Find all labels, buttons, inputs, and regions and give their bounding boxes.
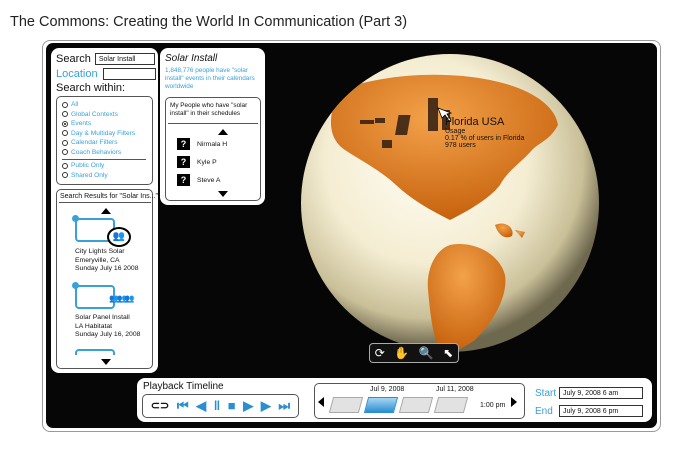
person-name: Steve A — [197, 176, 221, 184]
skip-start-icon[interactable]: ⏮ — [177, 399, 189, 413]
page-title: The Commons: Creating the World In Commu… — [10, 14, 408, 30]
next-arrow[interactable] — [511, 397, 517, 407]
crowd-icon: 👥👥👥 — [109, 294, 135, 303]
people-header: My People who have "solar install" in th… — [170, 102, 248, 117]
divider — [59, 202, 151, 203]
pin-icon — [72, 282, 79, 289]
search-within-label: Search within: — [56, 82, 126, 94]
skip-end-icon[interactable]: ⏭ — [278, 399, 290, 413]
loop-icon[interactable]: ⊂⊃ — [151, 399, 169, 413]
people-list: My People who have "solar install" in th… — [165, 97, 261, 201]
radio[interactable] — [62, 120, 68, 127]
prev-arrow[interactable] — [318, 397, 324, 407]
start-label: Start — [535, 387, 557, 399]
detail-panel: Solar Install 1,848,776 people have "sol… — [160, 48, 265, 205]
avatar: ? — [177, 174, 190, 186]
playback-controls: ⊂⊃ ⏮ ◀ ‖ ■ ▶ ▶ ⏭ — [142, 394, 299, 418]
radio[interactable] — [62, 172, 68, 179]
zoom-icon[interactable]: 🔍 — [419, 346, 434, 360]
location-input[interactable] — [102, 68, 156, 80]
end-input[interactable]: July 9, 2008 6 pm — [559, 405, 643, 417]
timeline-segment[interactable] — [398, 397, 434, 413]
person-row[interactable]: ? Kyle P — [177, 156, 217, 168]
end-row: End July 9, 2008 6 pm — [535, 405, 643, 417]
radio[interactable] — [62, 149, 68, 156]
radio[interactable] — [62, 101, 68, 108]
scroll-down-button[interactable] — [101, 359, 111, 365]
tooltip-users: 978 users — [445, 142, 476, 149]
option-calendar-filters[interactable]: Calendar Filters — [62, 138, 152, 148]
globe[interactable] — [300, 50, 600, 360]
location-label: Location — [56, 68, 98, 80]
person-row[interactable]: ? Steve A — [177, 174, 220, 186]
rotate-icon[interactable]: ⟳ — [375, 346, 385, 360]
step-forward-icon[interactable]: ▶ — [261, 399, 271, 413]
end-label: End — [535, 405, 553, 417]
person-name: Nirmala H — [197, 140, 228, 148]
start-row: Start July 9, 2008 6 am — [535, 387, 643, 399]
stop-icon[interactable]: ■ — [228, 399, 236, 413]
timeline-panel: Playback Timeline ⊂⊃ ⏮ ◀ ‖ ■ ▶ ▶ ⏭ Jul 9… — [137, 378, 652, 422]
divider — [168, 123, 258, 124]
tooltip-percent: 0.17 % of users in Florida — [445, 135, 525, 142]
search-results: Search Results for "Solar Ins..." 👥 City… — [56, 189, 158, 369]
divider — [62, 159, 146, 160]
date-label: Jul 11, 2008 — [436, 386, 474, 393]
detail-summary: 1,848,776 people have "solar install" ev… — [165, 67, 255, 90]
option-day-multiday[interactable]: Day & Multiday Filters — [62, 129, 152, 139]
timeline-track: Jul 9, 2008 Jul 11, 2008 1:00 pm — [314, 383, 525, 419]
search-options: All Global Contexts Events Day & Multida… — [56, 96, 153, 185]
result-item[interactable]: Solar Panel Install LA Habitatat Sunday … — [75, 314, 140, 340]
step-back-icon[interactable]: ◀ — [196, 399, 206, 413]
person-name: Kyle P — [197, 158, 217, 166]
option-coach-behaviors[interactable]: Coach Behaviors — [62, 148, 152, 158]
option-shared-only[interactable]: Shared Only — [62, 171, 152, 181]
scroll-down-button[interactable] — [218, 191, 228, 197]
scroll-up-button[interactable] — [101, 208, 111, 214]
result-item[interactable]: City Lights Solar Emeryville, CA Sunday … — [75, 248, 139, 274]
option-global-contexts[interactable]: Global Contexts — [62, 110, 152, 120]
detail-title: Solar Install — [165, 53, 218, 64]
option-all[interactable]: All — [62, 100, 152, 110]
radio[interactable] — [62, 111, 68, 118]
region-tooltip: Florida USA Usage 0.17 % of users in Flo… — [445, 116, 524, 149]
time-label: 1:00 pm — [480, 402, 506, 409]
radio[interactable] — [62, 139, 68, 146]
option-events[interactable]: Events — [62, 119, 152, 129]
search-label: Search — [56, 53, 91, 65]
pause-icon[interactable]: ‖ — [214, 399, 220, 413]
results-header: Search Results for "Solar Ins..." — [60, 193, 158, 200]
timeline-title: Playback Timeline — [143, 381, 224, 392]
date-label: Jul 9, 2008 — [370, 386, 405, 393]
timeline-segment-active[interactable] — [363, 397, 399, 413]
avatar: ? — [177, 156, 190, 168]
avatar: ? — [177, 138, 190, 150]
option-public-only[interactable]: Public Only — [62, 161, 152, 171]
timeline-segment[interactable] — [328, 397, 364, 413]
radio[interactable] — [62, 130, 68, 137]
person-row[interactable]: ? Nirmala H — [177, 138, 227, 150]
people-icon: 👥 — [107, 227, 131, 247]
hand-icon[interactable]: ✋ — [394, 346, 409, 360]
search-panel: Search Solar Install Location Search wit… — [51, 48, 158, 373]
search-input[interactable]: Solar Install — [94, 53, 155, 65]
start-input[interactable]: July 9, 2008 6 am — [559, 387, 643, 399]
tooltip-title: Florida USA — [445, 116, 505, 128]
result-thumbnail-partial — [75, 349, 115, 355]
play-icon[interactable]: ▶ — [243, 399, 253, 413]
timeline-segment[interactable] — [433, 397, 469, 413]
tooltip-usage: Usage — [445, 128, 466, 135]
scroll-up-button[interactable] — [218, 129, 228, 135]
radio[interactable] — [62, 162, 68, 169]
pin-icon — [72, 215, 79, 222]
globe-toolbar: ⟳ ✋ 🔍 ⬉ — [369, 343, 459, 363]
select-icon[interactable]: ⬉ — [443, 346, 453, 360]
